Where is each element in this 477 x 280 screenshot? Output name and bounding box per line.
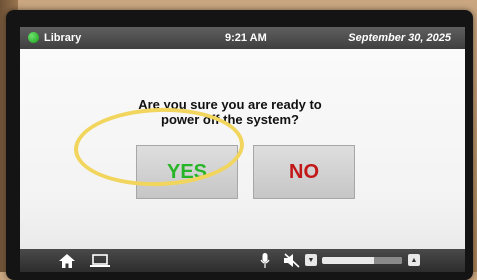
home-icon[interactable] [57, 252, 77, 269]
volume-slider[interactable] [322, 257, 402, 264]
clock: 9:21 AM [225, 32, 267, 44]
volume-up-icon[interactable]: ▲ [408, 254, 420, 266]
date: September 30, 2025 [348, 32, 451, 44]
laptop-icon[interactable] [90, 252, 110, 269]
volume-level-fill [374, 257, 402, 264]
microphone-icon[interactable] [258, 252, 272, 269]
no-button[interactable]: NO [253, 145, 355, 199]
control-bar: ▼ ▲ [20, 249, 465, 272]
prompt-line-2: power off the system? [161, 112, 299, 127]
volume-down-icon[interactable]: ▼ [305, 254, 317, 266]
speaker-mute-icon[interactable] [282, 252, 302, 269]
room-status-indicator [28, 32, 39, 43]
prompt-line-1: Are you sure you are ready to [138, 97, 322, 112]
confirm-prompt: Are you sure you are ready to power off … [80, 97, 380, 127]
touch-screen: Library 9:21 AM September 30, 2025 Are y… [20, 27, 465, 272]
room-name: Library [44, 32, 82, 44]
yes-button[interactable]: YES [136, 145, 238, 199]
status-bar: Library 9:21 AM September 30, 2025 [20, 27, 465, 49]
